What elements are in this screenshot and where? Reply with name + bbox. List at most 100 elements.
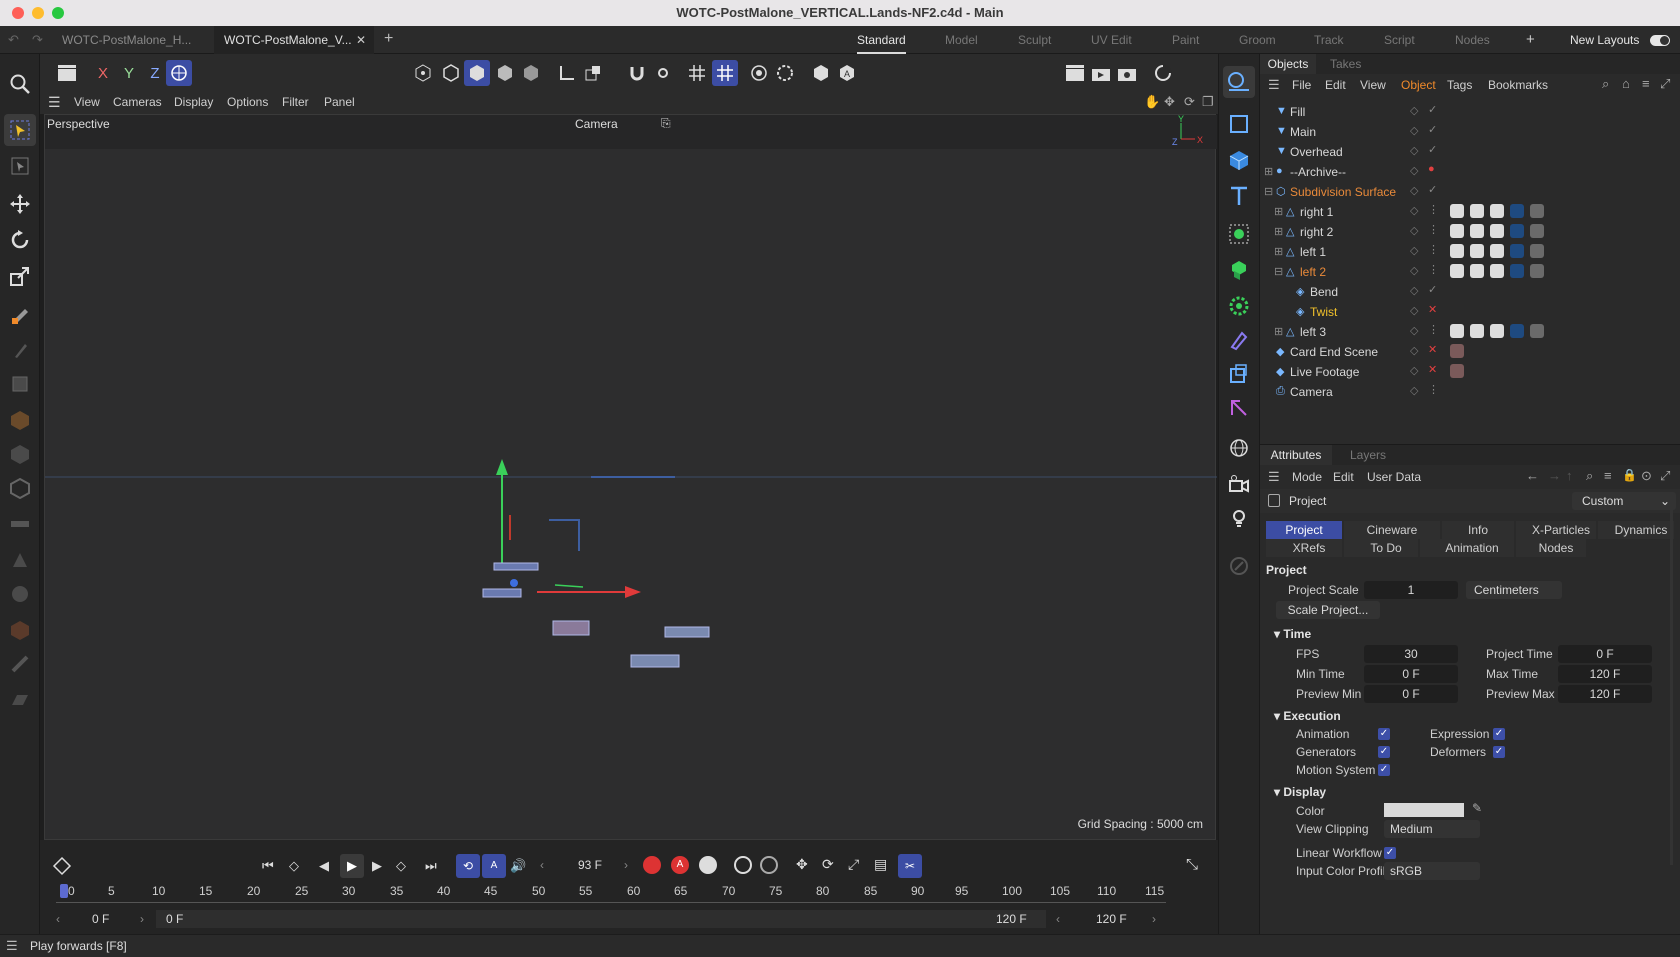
section-execution[interactable]: ▾ Execution [1274,709,1341,723]
deformer-icon[interactable] [1223,324,1255,356]
range-start-field[interactable]: 0 F [92,912,109,926]
layout-sculpt[interactable]: Sculpt [1018,26,1051,54]
object-tag-icon[interactable] [1530,204,1544,218]
objects-filter-icon[interactable]: ≡ [1642,76,1650,91]
objects-menu-file[interactable]: File [1292,78,1311,92]
points-mode-icon[interactable] [4,404,36,436]
color-swatch[interactable] [1384,803,1464,817]
camera-tool-icon[interactable] [1223,66,1255,98]
auto-solo-icon[interactable]: A [834,60,860,86]
render-picture-viewer-icon[interactable] [1088,60,1114,86]
go-to-end-icon[interactable]: ⏭ [425,858,437,874]
layout-nodes[interactable]: Nodes [1455,26,1490,54]
effector-icon[interactable] [1223,290,1255,322]
pan-view-icon[interactable]: ✋ [1144,94,1160,110]
objects-menu-bookmarks[interactable]: Bookmarks [1488,78,1548,92]
axis-icon[interactable] [554,60,580,86]
render-queue-icon[interactable] [1114,60,1140,86]
solo-icon[interactable] [808,60,834,86]
doc-tab-1[interactable]: WOTC-PostMalone_H... [52,26,212,54]
range-end-field[interactable]: 120 F [1096,912,1127,926]
pen-tool-icon[interactable] [4,298,36,330]
edges-icon[interactable] [438,60,464,86]
attributes-search-icon[interactable]: ⌕ [1586,468,1593,484]
menu-view[interactable]: View [74,95,100,109]
range-bar[interactable]: ‹ 0 F › 0 F 120 F ‹ 120 F › [56,910,1166,928]
frame-increment-icon[interactable]: › [624,858,628,872]
object-tag-icon[interactable] [1450,204,1464,218]
input-color-profile-dropdown[interactable]: sRGB [1384,862,1480,880]
next-key-icon[interactable]: ◇ [396,858,406,874]
object-tag-icon[interactable] [1510,244,1524,258]
object-tag-icon[interactable] [1510,224,1524,238]
object-tag-icon[interactable] [1450,224,1464,238]
object-tag-icon[interactable] [1470,264,1484,278]
layout-standard[interactable]: Standard [857,26,906,54]
object-name[interactable]: Camera [1290,385,1333,399]
expression-checkbox[interactable]: ✓ [1493,728,1505,740]
forward-icon[interactable]: → [1548,468,1561,483]
linear-workflow-checkbox[interactable]: ✓ [1384,847,1396,859]
object-tag-icon[interactable] [1530,324,1544,338]
object-row[interactable]: ▼ Overhead ◇ ✓ [1260,142,1680,162]
expand-toggle-icon[interactable]: ⊟ [1274,265,1283,278]
frame-select-icon[interactable] [4,150,36,182]
layer-icon[interactable]: ◇ [1410,104,1418,117]
enable-toggle-icon[interactable]: ⋮ [1428,263,1439,276]
undo-icon[interactable]: ↶ [8,32,19,48]
up-icon[interactable]: ↑ [1566,468,1573,483]
object-name[interactable]: Main [1290,125,1316,139]
attributes-new-window-icon[interactable]: ⤢ [1660,468,1670,484]
snap-settings-icon[interactable] [650,60,676,86]
enable-toggle-icon[interactable]: ✓ [1428,123,1437,136]
enable-toggle-icon[interactable]: ✕ [1428,343,1437,356]
eyedropper-icon[interactable]: ✎ [1472,801,1482,815]
object-name[interactable]: --Archive-- [1290,165,1346,179]
enable-toggle-icon[interactable]: ✓ [1428,103,1437,116]
objects-new-window-icon[interactable]: ⤢ [1660,76,1670,92]
rotation-key-icon[interactable]: ⟳ [822,856,834,873]
polygons-icon[interactable] [464,60,490,86]
layer-icon[interactable]: ◇ [1410,284,1418,297]
object-name[interactable]: Bend [1310,285,1338,299]
objects-menu-tags[interactable]: Tags [1447,78,1472,92]
motion-system-checkbox[interactable]: ✓ [1378,764,1390,776]
toggle-view-icon[interactable]: ❐ [1202,94,1214,110]
project-time-field[interactable]: 0 F [1558,645,1652,663]
enable-toggle-icon[interactable]: ⋮ [1428,203,1439,216]
layer-icon[interactable]: ◇ [1410,344,1418,357]
expand-toggle-icon[interactable]: ⊞ [1274,245,1283,258]
tab-attributes[interactable]: Attributes [1260,445,1332,465]
enable-toggle-icon[interactable]: ⋮ [1428,383,1439,396]
object-row[interactable]: ⊞ △ left 1 ◇ ⋮ [1260,242,1680,262]
edges-mode-icon[interactable] [4,438,36,470]
object-tag-icon[interactable] [1490,244,1504,258]
volume-icon[interactable] [1223,392,1255,424]
box-mode-icon[interactable] [4,368,36,400]
mograph-cloner-icon[interactable] [1223,218,1255,250]
object-name[interactable]: Live Footage [1290,365,1359,379]
menu-cameras[interactable]: Cameras [113,95,162,109]
new-layouts-button[interactable]: New Layouts [1570,26,1639,54]
expand-toggle-icon[interactable]: ⊞ [1274,225,1283,238]
grid-icon[interactable] [684,60,710,86]
object-tag-icon[interactable] [1450,344,1464,358]
redshift-icon[interactable] [1150,60,1176,86]
object-row[interactable]: ⊞ ● --Archive-- ◇ ● [1260,162,1680,182]
spline-rect-icon[interactable] [1223,108,1255,140]
range-slider[interactable] [156,910,1046,928]
rotate-icon[interactable] [4,224,36,256]
expand-toggle-icon[interactable]: ⊞ [1274,325,1283,338]
attributes-filter-icon[interactable]: ≡ [1604,468,1612,483]
loop-icon[interactable]: ⟲ [456,854,480,878]
layout-groom[interactable]: Groom [1239,26,1276,54]
viewport-hamburger-icon[interactable]: ☰ [48,94,61,111]
attributes-menu-edit[interactable]: Edit [1333,470,1354,484]
film-clapper-icon[interactable] [54,60,80,86]
render-settings-icon[interactable] [772,60,798,86]
enable-toggle-icon[interactable]: ✕ [1428,363,1437,376]
subtab-to-do[interactable]: To Do [1344,539,1418,557]
menu-panel[interactable]: Panel [324,95,355,109]
object-row[interactable]: ⊞ △ right 2 ◇ ⋮ [1260,222,1680,242]
layout-paint[interactable]: Paint [1172,26,1199,54]
